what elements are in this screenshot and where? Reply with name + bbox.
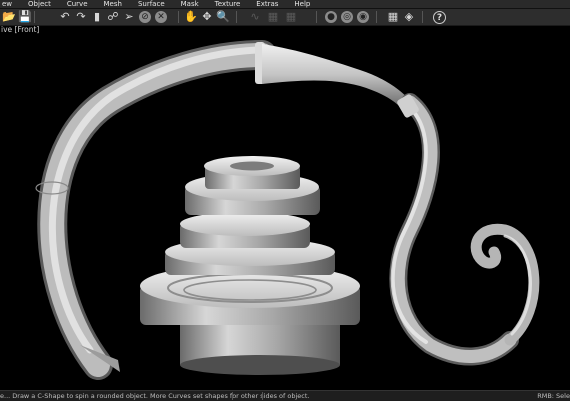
menu-object[interactable]: Object: [20, 0, 59, 8]
dim-tool-icon[interactable]: ▦: [266, 10, 280, 24]
toolbar-separator: [422, 11, 423, 23]
pan-icon[interactable]: ☍: [106, 10, 120, 24]
status-separator: [262, 392, 263, 400]
shade-icon[interactable]: ◉: [357, 11, 369, 23]
toolbar: 📂 💾 ↶ ↷ ▮ ☍ ➢ ⊘ ✕ ✋ ✥ 🔍 ∿ ▦ ▦ ● ◎ ◉ ▦ ◈ …: [0, 9, 570, 26]
undo-icon[interactable]: ↶: [58, 10, 72, 24]
spout: [262, 44, 410, 112]
zoom-icon[interactable]: 🔍: [216, 10, 230, 24]
toolbar-separator: [316, 11, 317, 23]
menu-view[interactable]: ew: [0, 0, 20, 8]
spiral: [470, 223, 540, 346]
select-icon[interactable]: ➢: [122, 10, 136, 24]
curve-tool-icon[interactable]: ∿: [248, 10, 262, 24]
menu-bar: ew Object Curve Mesh Surface Mask Textur…: [0, 0, 570, 9]
menu-mesh[interactable]: Mesh: [96, 0, 130, 8]
toolbar-separator: [236, 11, 237, 23]
toolbar-separator: [34, 11, 35, 23]
menu-surface[interactable]: Surface: [130, 0, 173, 8]
no-entry-icon[interactable]: ⊘: [139, 11, 151, 23]
status-bar: e... Draw a C-Shape to spin a rounded ob…: [0, 390, 570, 401]
menu-mask[interactable]: Mask: [173, 0, 207, 8]
lathe-top-hole: [230, 161, 274, 171]
menu-help[interactable]: Help: [286, 0, 318, 8]
status-separator: [232, 392, 233, 400]
diamond-icon[interactable]: ◈: [402, 10, 416, 24]
redo-icon[interactable]: ↷: [74, 10, 88, 24]
move-icon[interactable]: ✥: [200, 10, 214, 24]
viewport-title: ive [Front]: [1, 25, 40, 34]
info-icon[interactable]: ▮: [90, 10, 104, 24]
toolbar-separator: [376, 11, 377, 23]
shade-icon[interactable]: ◎: [341, 11, 353, 23]
hand-icon[interactable]: ✋: [184, 10, 198, 24]
menu-extras[interactable]: Extras: [248, 0, 286, 8]
viewport-render: [35, 40, 540, 380]
dim-tool-icon[interactable]: ▦: [284, 10, 298, 24]
shade-icon[interactable]: ●: [325, 11, 337, 23]
menu-texture[interactable]: Texture: [207, 0, 249, 8]
grid-icon[interactable]: ▦: [386, 10, 400, 24]
menu-curve[interactable]: Curve: [59, 0, 96, 8]
viewport-3d[interactable]: [0, 36, 570, 390]
save-icon[interactable]: 💾: [18, 10, 32, 24]
toolbar-separator: [178, 11, 179, 23]
help-icon[interactable]: ?: [433, 11, 446, 24]
delete-icon[interactable]: ✕: [155, 11, 167, 23]
open-icon[interactable]: 📂: [2, 10, 16, 24]
